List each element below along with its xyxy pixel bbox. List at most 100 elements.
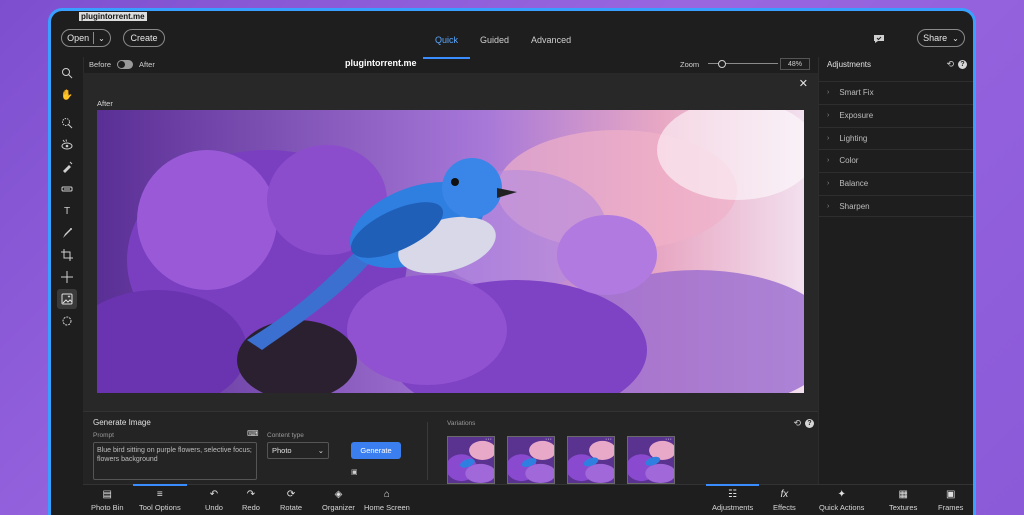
zoom-label: Zoom (680, 60, 700, 69)
adjustment-label: Sharpen (839, 201, 870, 211)
watermark-top: plugintorrent.me (79, 12, 147, 21)
redo-button[interactable]: ↷ Redo (242, 489, 260, 512)
button-label: Frames (938, 503, 964, 512)
close-icon[interactable]: ✕ (799, 77, 808, 90)
quick-actions-button[interactable]: ✦ Quick Actions (819, 489, 864, 512)
variation-image (628, 437, 674, 483)
reference-image-icon[interactable]: ▣ (351, 468, 358, 476)
effects-button[interactable]: fx Effects (773, 489, 796, 512)
button-label: Adjustments (712, 503, 754, 512)
variation-thumbnail[interactable]: ··· (627, 436, 675, 484)
textures-button[interactable]: ▦ Textures (889, 489, 917, 512)
view-label: After (97, 99, 113, 108)
variation-thumbnail[interactable]: ··· (567, 436, 615, 484)
tool-options-button[interactable]: ≡ Tool Options (133, 484, 187, 512)
before-after-toggle[interactable] (117, 60, 133, 69)
hand-tool-icon[interactable]: ✋ (57, 85, 77, 105)
open-button[interactable]: Open ⌄ (61, 29, 111, 47)
variation-thumbnail[interactable]: ··· (507, 436, 555, 484)
more-options-icon[interactable]: ··· (605, 437, 612, 443)
quick-selection-icon[interactable] (57, 113, 77, 133)
chevron-right-icon: › (827, 202, 830, 210)
feedback-icon[interactable] (873, 34, 885, 44)
rotate-icon: ⟳ (286, 489, 296, 500)
chevron-right-icon: › (827, 180, 830, 187)
photo-preview[interactable] (97, 110, 804, 393)
panel-title: Adjustments (827, 60, 872, 69)
button-label: Rotate (280, 503, 303, 512)
adjustment-balance[interactable]: › Balance (819, 172, 973, 194)
whiten-teeth-icon[interactable] (57, 157, 77, 177)
more-options-icon[interactable]: ··· (665, 437, 672, 443)
variations-label: Variations (447, 420, 476, 427)
adjustment-label: Exposure (839, 111, 874, 120)
mode-tabs: Quick Guided Advanced (422, 35, 571, 59)
chevron-right-icon: › (827, 157, 830, 164)
canvas: ✕ After (83, 73, 818, 411)
tab-guided[interactable]: Guided (480, 35, 509, 45)
more-options-icon[interactable]: ··· (545, 437, 552, 443)
prompt-history-icon[interactable]: ⌨ (247, 429, 259, 438)
tool-options-icon: ≡ (156, 489, 163, 500)
bird-photo-image (97, 110, 804, 393)
adjustment-label: Color (839, 156, 859, 165)
variation-thumbnail[interactable]: ··· (447, 436, 495, 484)
generate-button[interactable]: Generate (351, 442, 401, 459)
chevron-right-icon: › (827, 89, 830, 96)
crop-tool-icon[interactable] (57, 245, 77, 265)
adjustment-sharpen[interactable]: › Sharpen (819, 195, 973, 217)
zoom-slider-handle[interactable] (717, 60, 726, 68)
tab-advanced[interactable]: Advanced (531, 35, 571, 45)
adjustment-label: Balance (839, 179, 869, 188)
brush-tool-icon[interactable] (57, 223, 77, 243)
prompt-input[interactable]: Blue bird sitting on purple flowers, sel… (93, 442, 257, 480)
chevron-down-icon[interactable]: ⌄ (98, 34, 105, 43)
home-screen-button[interactable]: ⌂ Home Screen (364, 489, 410, 512)
open-label: Open (67, 33, 90, 43)
content-type-select[interactable]: Photo ⌄ (267, 442, 329, 459)
tab-quick[interactable]: Quick (422, 35, 471, 59)
adjustment-color[interactable]: › Color (819, 149, 973, 171)
organizer-button[interactable]: ◈ Organizer (322, 489, 355, 512)
share-button[interactable]: Share ⌄ (917, 29, 965, 47)
generate-image-tool-icon[interactable] (57, 289, 77, 309)
adjustment-smart-fix[interactable]: › Smart Fix (819, 81, 973, 103)
adjustments-icon: ☷ (728, 489, 738, 500)
content-type-label: Content type (267, 432, 304, 439)
button-label: Redo (242, 503, 260, 512)
move-tool-icon[interactable] (57, 267, 77, 287)
photo-bin-icon: ▤ (102, 489, 112, 500)
undo-button[interactable]: ↶ Undo (205, 489, 223, 512)
adjustments-panel: Adjustments ⟲ ? › Smart Fix › Exposure › Li… (818, 57, 973, 515)
chevron-down-icon: ⌄ (317, 446, 324, 455)
zoom-tool-icon[interactable] (57, 63, 77, 83)
canvas-header: Before After plugintorrent.me Zoom 48% (83, 57, 818, 73)
effects-tool-icon[interactable] (57, 311, 77, 331)
redo-icon: ↷ (246, 489, 256, 500)
undo-icon: ↶ (209, 489, 219, 500)
reset-icon[interactable]: ⟲ (793, 418, 801, 429)
help-icon[interactable]: ? (805, 419, 814, 428)
create-button[interactable]: Create (123, 29, 165, 47)
rotate-button[interactable]: ⟳ Rotate (280, 489, 302, 512)
type-tool-icon[interactable]: T (57, 201, 77, 221)
red-eye-icon[interactable] (57, 135, 77, 155)
adjustment-label: Lighting (839, 134, 868, 143)
top-bar: Open ⌄ Create Quick Guided Advanced Shar… (51, 21, 973, 59)
adjustments-button[interactable]: ☷ Adjustments (705, 484, 760, 512)
app-window: plugintorrent.me Open ⌄ Create Quick Gui… (48, 8, 976, 515)
help-icon[interactable]: ? (958, 60, 967, 69)
organizer-icon: ◈ (334, 489, 343, 500)
adjustment-lighting[interactable]: › Lighting (819, 127, 973, 149)
more-options-icon[interactable]: ··· (485, 437, 492, 443)
variation-image (568, 437, 614, 483)
zoom-slider[interactable] (708, 60, 778, 68)
adjustment-exposure[interactable]: › Exposure (819, 104, 973, 126)
frames-button[interactable]: ▣ Frames (938, 489, 963, 512)
effects-icon: fx (780, 489, 789, 500)
reset-icon[interactable]: ⟲ (946, 59, 954, 70)
content-type-value: Photo (272, 446, 292, 455)
photo-bin-button[interactable]: ▤ Photo Bin (91, 489, 124, 512)
zoom-value[interactable]: 48% (780, 58, 810, 70)
spot-healing-icon[interactable] (57, 179, 77, 199)
